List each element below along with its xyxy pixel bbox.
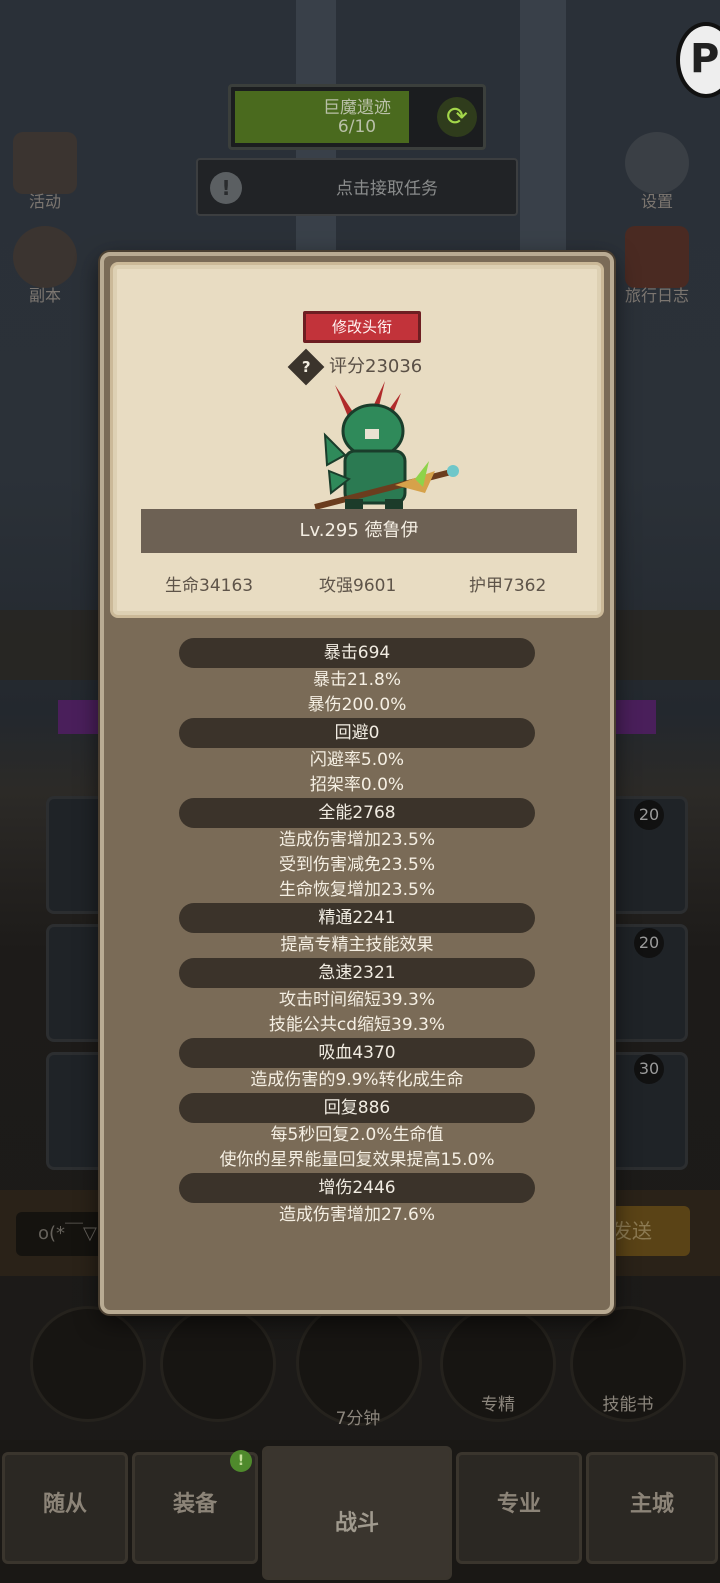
attribute-header: 吸血4370 (179, 1038, 535, 1068)
activity-button[interactable]: 活动 (0, 132, 90, 212)
nav-tab-battle[interactable]: 战斗 (262, 1446, 452, 1580)
slot-level: 30 (634, 1054, 664, 1084)
settings-button[interactable]: 设置 (612, 132, 702, 212)
slot-level: 20 (634, 928, 664, 958)
stat-armor: 护甲7362 (469, 576, 547, 596)
scroll-board-icon (13, 132, 77, 194)
food-button[interactable] (160, 1306, 276, 1422)
alert-icon: ! (210, 172, 242, 204)
attribute-header: 回复886 (179, 1093, 535, 1123)
attribute-detail: 使你的星界能量回复效果提高15.0% (219, 1150, 495, 1170)
attribute-header: 暴击694 (179, 638, 535, 668)
attribute-detail: 攻击时间缩短39.3% (278, 990, 435, 1010)
chest-timer: 7分钟 (335, 1409, 381, 1429)
attribute-detail: 每5秒回复2.0%生命值 (270, 1125, 444, 1145)
refresh-icon[interactable]: ⟳ (437, 97, 477, 137)
character-detail-panel: 修改头衔 ? 评分23036 Lv.295 德鲁伊 生命34163 攻强9601 … (100, 252, 614, 1314)
character-card: 修改头衔 ? 评分23036 Lv.295 德鲁伊 生命34163 攻强9601 … (110, 262, 604, 618)
attribute-detail: 造成伤害的9.9%转化成生命 (250, 1070, 464, 1090)
specialize-label: 专精 (481, 1395, 515, 1415)
notification-badge: ! (230, 1450, 252, 1472)
score-text: 评分23036 (329, 356, 423, 377)
hero-name-bar: Lv.295 德鲁伊 (141, 509, 577, 553)
attribute-detail: 受到伤害减免23.5% (278, 855, 435, 875)
attribute-detail: 暴伤200.0% (307, 695, 407, 715)
quest-progress[interactable]: 巨魔遗迹 6/10 ⟳ (228, 84, 486, 150)
attribute-detail: 闪避率5.0% (309, 750, 405, 770)
dungeon-label: 副本 (28, 286, 61, 305)
background-purple-bar (612, 700, 656, 734)
attribute-detail: 暴击21.8% (312, 670, 401, 690)
stat-attack: 攻强9601 (319, 576, 397, 596)
attribute-header: 回避0 (179, 718, 535, 748)
send-button[interactable]: 发送 (604, 1206, 690, 1256)
attribute-header: 全能2768 (179, 798, 535, 828)
background-purple-bar (58, 700, 104, 734)
potion-button[interactable] (30, 1306, 146, 1422)
attribute-detail: 提高专精主技能效果 (280, 935, 434, 955)
accept-task-label: 点击接取任务 (336, 179, 438, 199)
slot-level: 20 (634, 800, 664, 830)
attribute-header: 急速2321 (179, 958, 535, 988)
accept-task-button[interactable]: ! 点击接取任务 (196, 158, 518, 216)
gear-icon (625, 132, 689, 194)
nav-tab-profession[interactable]: 专业 (456, 1452, 582, 1564)
attribute-detail: 技能公共cd缩短39.3% (268, 1015, 446, 1035)
attribute-detail: 造成伤害增加23.5% (278, 830, 435, 850)
travel-log-label: 旅行日志 (624, 286, 689, 305)
attribute-header: 精通2241 (179, 903, 535, 933)
nav-tab-followers[interactable]: 随从 (2, 1452, 128, 1564)
book-icon (625, 226, 689, 288)
nav-tab-main-city[interactable]: 主城 (586, 1452, 718, 1564)
travel-log-button[interactable]: 旅行日志 (612, 226, 702, 306)
attribute-detail: 招架率0.0% (309, 775, 405, 795)
attribute-detail: 造成伤害增加27.6% (278, 1205, 435, 1225)
change-title-button[interactable]: 修改头衔 (303, 311, 421, 343)
attribute-header: 增伤2446 (179, 1173, 535, 1203)
skill-book-label: 技能书 (602, 1395, 654, 1415)
dungeon-button[interactable]: 副本 (0, 226, 90, 306)
attribute-detail: 生命恢复增加23.5% (278, 880, 435, 900)
attribute-list: 暴击694 暴击21.8% 暴伤200.0% 回避0 闪避率5.0% 招架率0.0% 全能2… (104, 638, 610, 1228)
portal-icon (13, 226, 77, 288)
stat-health: 生命34163 (165, 576, 254, 596)
druid-character-sprite (314, 381, 459, 513)
settings-label: 设置 (640, 192, 673, 211)
activity-label: 活动 (28, 192, 61, 211)
